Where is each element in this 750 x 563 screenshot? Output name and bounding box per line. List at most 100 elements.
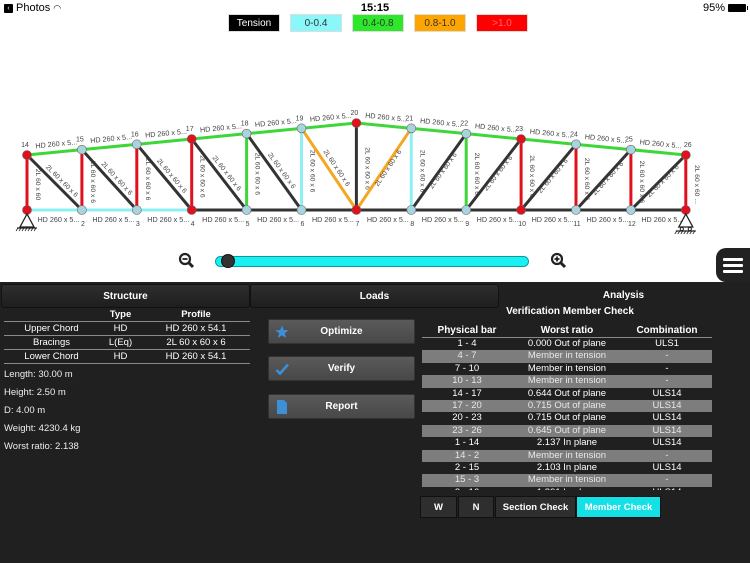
table-row[interactable]: 20 - 23 0.715 Out of plane ULS14 (422, 412, 712, 424)
height-value: Height: 2.50 m (4, 387, 66, 398)
top-chord-member[interactable] (80, 142, 139, 152)
node[interactable] (571, 205, 581, 215)
zoom-slider[interactable] (215, 256, 529, 267)
combination-cell: - (665, 449, 669, 461)
bottom-panel: Structure Loads Analysis Type Profile Up… (0, 282, 750, 563)
analysis-title: Verification Member Check (506, 306, 634, 317)
node[interactable] (77, 205, 87, 215)
table-row[interactable]: 3 - 161.891 In planeULS14 (422, 487, 712, 490)
node[interactable] (516, 205, 526, 215)
top-chord-member[interactable] (25, 148, 84, 157)
node[interactable] (461, 128, 472, 139)
table-row[interactable]: 14 - 17 0.644 Out of plane ULS14 (422, 388, 712, 400)
ratio-cell: 0.644 Out of plane (527, 387, 607, 399)
member-label: HD 260 x 5... (586, 215, 628, 224)
node[interactable] (680, 150, 691, 160)
table-row[interactable]: 1 - 14 2.137 In plane ULS14 (422, 437, 712, 449)
node[interactable] (132, 139, 142, 150)
table-row[interactable]: 23 - 26 0.645 Out of plane ULS14 (422, 424, 712, 438)
ratio-cell: 0.000 Out of plane (527, 338, 607, 349)
table-row[interactable]: 14 - 2 Member in tension - (422, 449, 712, 462)
optimize-label: Optimize (320, 326, 363, 337)
table-row[interactable]: 4 - 7 Member in tension - (422, 350, 712, 363)
clock: 15:15 (360, 2, 390, 14)
tab-analysis[interactable]: Analysis (499, 284, 748, 308)
top-chord-member[interactable] (135, 137, 194, 146)
top-chord-member[interactable] (245, 126, 303, 136)
tab-structure[interactable]: Structure (1, 284, 250, 308)
table-row[interactable]: 17 - 20 0.715 Out of plane ULS14 (422, 399, 712, 413)
verification-table[interactable]: Physical bar Worst ratio Combination 1 -… (422, 324, 712, 490)
bar-cell: 14 - 17 (452, 387, 482, 399)
top-chord-member[interactable] (629, 148, 688, 157)
star-icon (275, 325, 289, 338)
menu-button[interactable] (716, 248, 750, 282)
top-chord-member[interactable] (519, 137, 578, 146)
top-chord-member[interactable] (574, 142, 633, 152)
ratio-cell: 0.645 Out of plane (527, 424, 607, 436)
top-chord-member[interactable] (190, 132, 249, 141)
table-row[interactable]: 1 - 4 0.000 Out of plane ULS1 (422, 338, 712, 350)
zoom-slider-thumb[interactable] (221, 254, 235, 268)
truss-canvas[interactable]: HD 260 x 5... HD 260 x 5... HD 260 x 5... H… (0, 40, 750, 280)
table-row[interactable]: 7 - 10 Member in tension - (422, 363, 712, 375)
node[interactable] (241, 205, 252, 215)
report-button[interactable]: Report (268, 394, 415, 419)
member-label: 2L 60 x 60 x 6 (591, 161, 625, 197)
node[interactable] (296, 123, 307, 134)
node[interactable] (186, 134, 197, 144)
combination-cell: - (665, 474, 669, 486)
table-row[interactable]: Upper Chord HD HD 260 x 54.1 (4, 322, 250, 336)
top-chord-member[interactable] (354, 121, 413, 130)
checkmark-icon (275, 363, 289, 376)
node[interactable] (351, 118, 362, 128)
table-row[interactable]: Lower Chord HD HD 260 x 54.1 (4, 350, 250, 364)
node[interactable] (186, 205, 197, 215)
node[interactable] (626, 205, 636, 215)
member-label: 2L 60 x 60 x 6 (199, 155, 206, 198)
battery-icon (728, 4, 748, 12)
top-chord-member[interactable] (409, 126, 468, 136)
node-number: 22 (460, 121, 468, 128)
node[interactable] (461, 205, 472, 215)
member-type: L(Eq) (108, 337, 133, 348)
bar-cell: 20 - 23 (452, 412, 482, 424)
bar-cell: 15 - 3 (454, 474, 480, 486)
node[interactable] (406, 123, 417, 134)
node-number: 15 (76, 137, 84, 144)
n-button[interactable]: N (458, 496, 494, 518)
node[interactable] (132, 205, 142, 215)
node[interactable] (406, 205, 417, 215)
table-row[interactable]: 15 - 3 Member in tension - (422, 474, 712, 487)
table-row[interactable]: 2 - 15 2.103 In plane ULS14 (422, 462, 712, 474)
node[interactable] (571, 139, 581, 150)
zoom-out-icon[interactable] (178, 252, 196, 270)
w-button[interactable]: W (420, 496, 457, 518)
header-physical-bar: Physical bar (437, 325, 497, 336)
zoom-in-icon[interactable] (550, 252, 568, 270)
table-row[interactable]: Bracings L(Eq) 2L 60 x 60 x 6 (4, 336, 250, 350)
node[interactable] (626, 144, 636, 155)
section-check-button[interactable]: Section Check (495, 496, 576, 518)
bar-cell: 7 - 10 (454, 362, 480, 374)
member-name: Upper Chord (24, 323, 79, 334)
member-label: 2L 60 x 60 x 6 (483, 154, 515, 192)
node[interactable] (351, 205, 362, 215)
tab-loads[interactable]: Loads (250, 284, 499, 308)
member-label: HD 260 x 5... (639, 137, 682, 150)
node[interactable] (22, 150, 32, 160)
verify-button[interactable]: Verify (268, 356, 415, 381)
top-chord-member[interactable] (300, 121, 358, 130)
member-label: 2L 60 x 60 x 6 (89, 161, 96, 204)
top-chord-member[interactable] (464, 132, 523, 141)
member-check-button[interactable]: Member Check (576, 496, 661, 518)
table-row[interactable]: 10 - 13 Member in tension - (422, 375, 712, 388)
optimize-button[interactable]: Optimize (268, 319, 415, 344)
node[interactable] (77, 144, 87, 155)
node[interactable] (516, 134, 526, 144)
combination-cell: ULS1 (655, 338, 679, 349)
combination-cell: ULS14 (652, 437, 682, 449)
node[interactable] (241, 128, 252, 139)
node[interactable] (296, 205, 307, 215)
node-number: 4 (191, 221, 195, 228)
